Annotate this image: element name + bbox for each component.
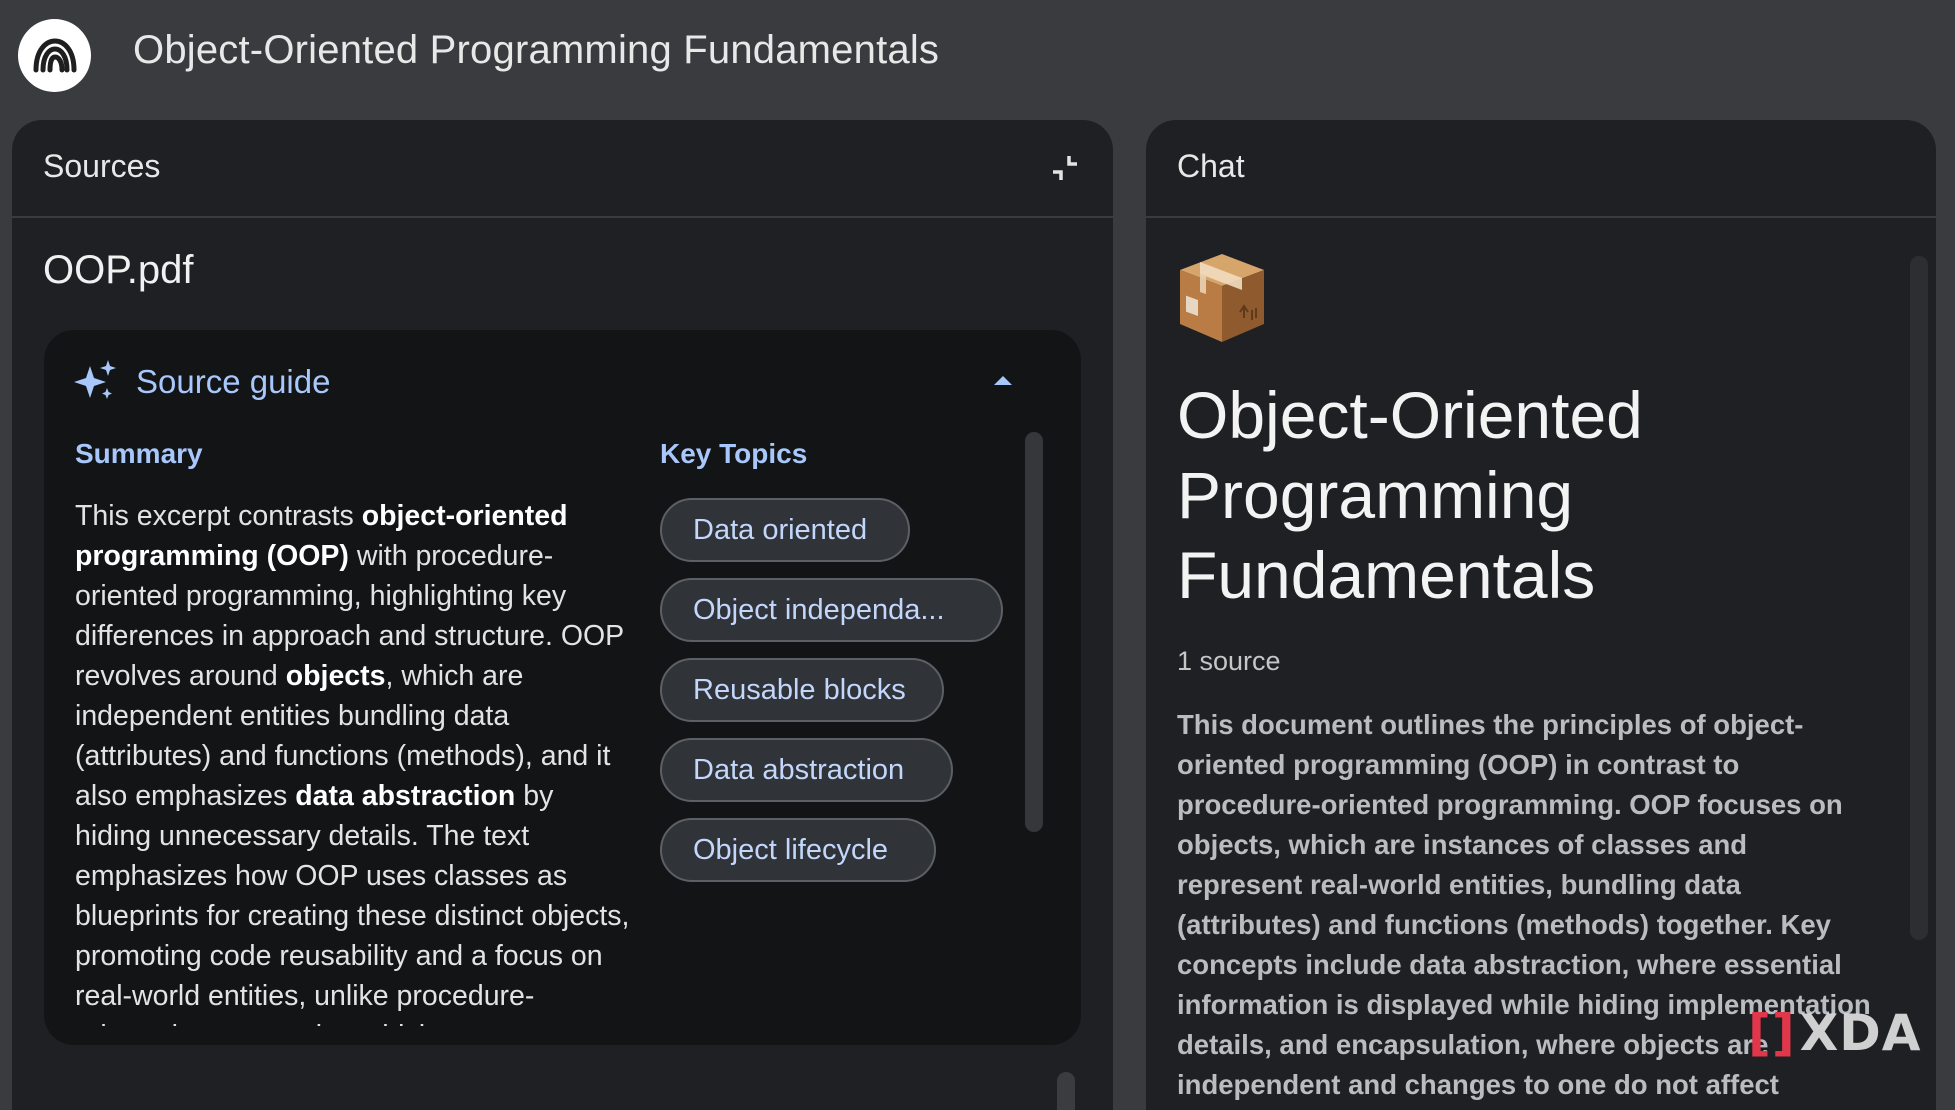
topic-chip-data-oriented[interactable]: Data oriented — [660, 498, 910, 562]
topic-chip-reusable-blocks[interactable]: Reusable blocks — [660, 658, 944, 722]
notebook-title[interactable]: Object-Oriented Programming Fundamentals — [133, 28, 939, 73]
source-guide-title: Source guide — [136, 363, 331, 400]
package-box-icon — [1176, 250, 1268, 345]
notebooklm-logo-icon[interactable] — [18, 19, 91, 92]
source-count: 1 source — [1177, 646, 1281, 676]
chat-scrollbar[interactable] — [1910, 256, 1928, 940]
xda-watermark: [] XDA — [1748, 1004, 1921, 1062]
chevron-up-icon[interactable] — [989, 366, 1017, 394]
topic-chip-object-independence[interactable]: Object independa... — [660, 578, 1003, 642]
summary-label: Summary — [75, 438, 203, 469]
source-summary-text: This excerpt contrasts object-oriented p… — [75, 496, 635, 1026]
watermark-text: XDA — [1799, 1004, 1922, 1062]
key-topics-label: Key Topics — [660, 438, 808, 469]
chat-panel: Chat Object-Oriented Programming Fundame… — [1146, 120, 1936, 1110]
document-name: OOP.pdf — [43, 248, 194, 292]
source-guide-card: Source guide Summary Key Topics This exc… — [44, 330, 1081, 1045]
watermark-bracket: [] — [1748, 1004, 1796, 1062]
chat-panel-title: Chat — [1177, 148, 1245, 184]
summary-highlight: objects — [285, 660, 386, 692]
sources-panel: Sources OOP.pdf Source guide Summary Key… — [12, 120, 1113, 1110]
sources-panel-header: Sources — [12, 120, 1113, 218]
summary-segment: by hiding unnecessary details. The text … — [75, 780, 630, 1026]
summary-segment: This excerpt contrasts — [75, 500, 362, 532]
sparkle-icon — [74, 358, 118, 407]
chat-notebook-title: Object-Oriented Programming Fundamentals — [1177, 378, 1643, 612]
topic-chip-object-lifecycle[interactable]: Object lifecycle — [660, 818, 936, 882]
top-bar: Object-Oriented Programming Fundamentals — [0, 0, 1955, 115]
summary-highlight: data abstraction — [295, 780, 516, 812]
source-guide-header[interactable]: Source guide — [74, 358, 330, 406]
topic-chip-data-abstraction[interactable]: Data abstraction — [660, 738, 953, 802]
key-topics-list: Data oriented Object independa... Reusab… — [660, 498, 1020, 898]
sources-panel-scrollbar[interactable] — [1057, 1072, 1075, 1110]
source-guide-scrollbar[interactable] — [1025, 432, 1043, 832]
sources-panel-title: Sources — [43, 148, 161, 184]
chat-panel-header: Chat — [1146, 120, 1936, 218]
collapse-icon[interactable] — [1047, 150, 1083, 186]
